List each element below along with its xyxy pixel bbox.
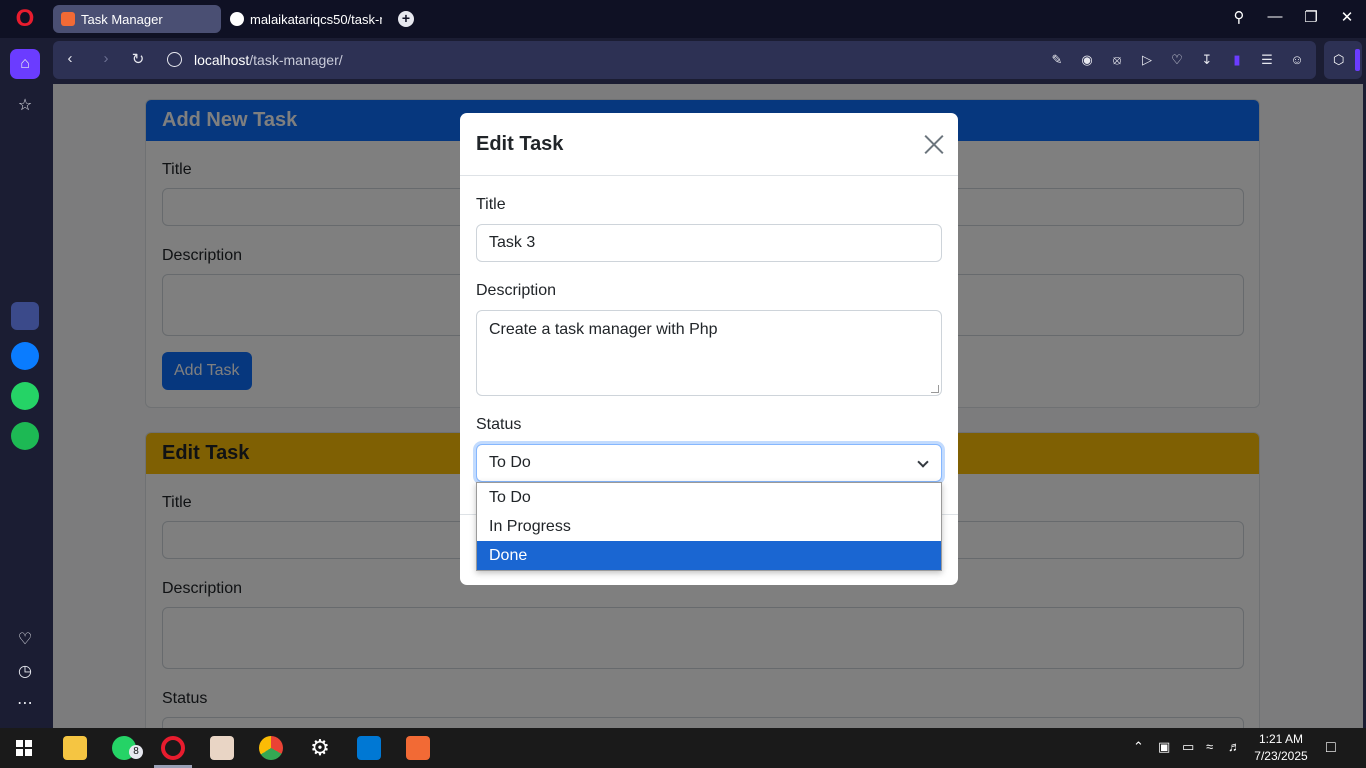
notifications-icon[interactable]: □: [1326, 739, 1336, 757]
date: 7/23/2025: [1254, 749, 1308, 763]
tab-strip: O Task Manager malaikatariqcs50/task-man…: [0, 0, 1366, 38]
status-option-to-do[interactable]: To Do: [477, 483, 941, 512]
chevron-down-icon: [917, 456, 929, 468]
tab-label: Task Manager: [81, 11, 163, 27]
modal-status-select[interactable]: To Do: [476, 444, 942, 482]
search-tabs-icon[interactable]: ⚲: [1228, 8, 1250, 26]
restore-icon[interactable]: ❐: [1300, 8, 1322, 26]
settings-gear-icon[interactable]: ⚙: [308, 736, 332, 760]
new-tab-plus-icon[interactable]: +: [398, 11, 414, 27]
messenger-icon[interactable]: [11, 342, 39, 370]
time: 1:21 AM: [1258, 732, 1304, 746]
modal-title: Edit Task: [476, 133, 564, 155]
tab-label: malaikatariqcs50/task-manager: [250, 11, 382, 27]
status-option-done[interactable]: Done: [477, 541, 941, 570]
favorites-heart-icon[interactable]: ♡: [10, 624, 40, 654]
minimize-icon[interactable]: —: [1264, 8, 1286, 25]
aria-icon[interactable]: [11, 302, 39, 330]
adblock-icon[interactable]: ⦻: [1109, 52, 1125, 68]
windows-start-icon[interactable]: [16, 740, 32, 756]
send-icon[interactable]: ▷: [1139, 52, 1155, 68]
close-icon[interactable]: [923, 133, 945, 155]
modal-description-label: Description: [476, 282, 557, 299]
reload-icon[interactable]: ↻: [128, 50, 148, 68]
status-option-in-progress[interactable]: In Progress: [477, 512, 941, 541]
tab-task-manager[interactable]: Task Manager: [53, 5, 221, 33]
address-bar: ‹ › ↻ localhost/task-manager/ ✎ ◉ ⦻ ▷ ♡ …: [53, 41, 1316, 79]
sidebar-indicator: [1355, 49, 1360, 71]
back-icon[interactable]: ‹: [60, 50, 80, 67]
tab-github[interactable]: malaikatariqcs50/task-manager: [222, 5, 390, 33]
opera-sidebar: ⌂ ☆ ♡ ◷ ⋯: [0, 38, 50, 728]
heart-icon[interactable]: ♡: [1169, 52, 1185, 68]
modal-description-textarea[interactable]: Create a task manager with Php: [476, 310, 942, 396]
clock[interactable]: 1:21 AM 7/23/2025: [1248, 731, 1314, 765]
modal-status-label: Status: [476, 416, 522, 433]
download-icon[interactable]: ↧: [1199, 52, 1215, 68]
github-favicon-icon: [230, 12, 244, 26]
modal-title-input[interactable]: Task 3: [476, 224, 942, 262]
opera-taskbar-icon[interactable]: [161, 736, 185, 760]
edit-page-icon[interactable]: ✎: [1049, 52, 1065, 68]
easy-setup-icon[interactable]: ☰: [1259, 52, 1275, 68]
globe-icon: [167, 52, 182, 67]
opera-logo-icon[interactable]: O: [12, 7, 38, 33]
file-explorer-icon[interactable]: [63, 736, 87, 760]
whatsapp-unread-badge: 8: [129, 745, 143, 759]
xampp-favicon-icon: [61, 12, 75, 26]
battery-saver-icon[interactable]: ▮: [1229, 52, 1245, 68]
modal-title-label: Title: [476, 196, 506, 213]
close-window-icon[interactable]: ✕: [1336, 8, 1358, 26]
whatsapp-icon[interactable]: [11, 382, 39, 410]
xampp-icon[interactable]: [406, 736, 430, 760]
meet-icon[interactable]: ▣: [1158, 739, 1170, 755]
volume-icon[interactable]: ♬: [1228, 739, 1241, 754]
extensions-box[interactable]: ⬡: [1324, 41, 1362, 79]
resize-handle-icon[interactable]: [931, 385, 939, 393]
forward-icon[interactable]: ›: [96, 50, 116, 67]
camera-icon[interactable]: ◉: [1079, 52, 1095, 68]
cube-icon: ⬡: [1333, 52, 1345, 67]
more-dots-icon[interactable]: ⋯: [10, 688, 40, 718]
modal-header: Edit Task: [460, 113, 958, 176]
star-icon[interactable]: ☆: [10, 90, 40, 120]
status-dropdown-list: To Do In Progress Done: [476, 482, 942, 571]
windows-taskbar: ⚙ ⌃ ▣ ▭ ≈ ♬ 1:21 AM 7/23/2025 □: [0, 728, 1366, 768]
home-icon[interactable]: ⌂: [10, 49, 40, 79]
url-field[interactable]: localhost/task-manager/: [194, 52, 343, 68]
anime-app-icon[interactable]: [210, 736, 234, 760]
spotify-icon[interactable]: [11, 422, 39, 450]
description-text: Create a task manager with Php: [489, 321, 718, 338]
wifi-icon[interactable]: ≈: [1206, 739, 1213, 754]
history-clock-icon[interactable]: ◷: [10, 656, 40, 686]
profile-icon[interactable]: ☺: [1289, 52, 1305, 68]
battery-icon[interactable]: ▭: [1182, 739, 1194, 755]
chrome-icon[interactable]: [259, 736, 283, 760]
tray-chevron-up-icon[interactable]: ⌃: [1133, 739, 1144, 755]
vscode-icon[interactable]: [357, 736, 381, 760]
status-selected-value: To Do: [489, 454, 531, 471]
